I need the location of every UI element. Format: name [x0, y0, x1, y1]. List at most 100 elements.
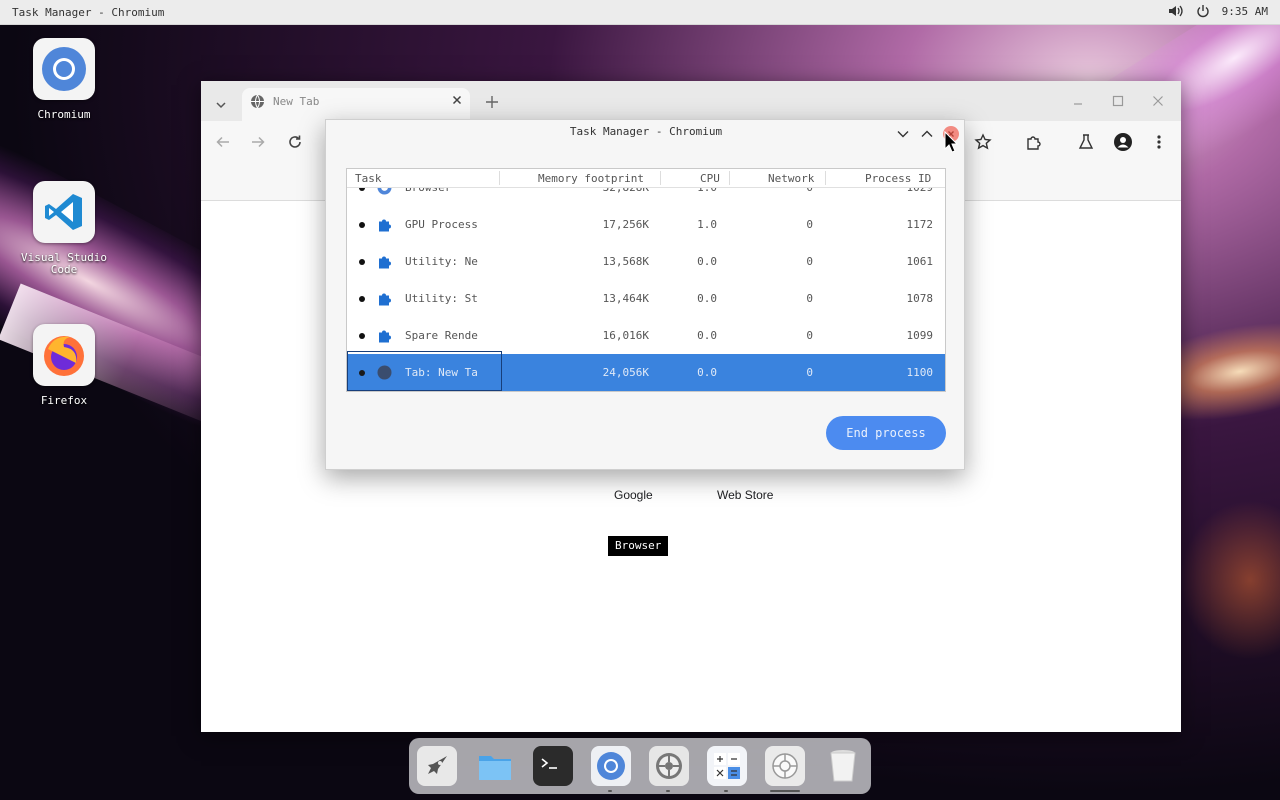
- shortcut-google[interactable]: Google: [614, 488, 653, 502]
- status-dot: [359, 259, 365, 265]
- forward-icon[interactable]: [248, 132, 268, 152]
- cell-task: GPU Process: [405, 218, 478, 231]
- desktop-icon-label: Chromium: [37, 108, 91, 121]
- column-header-memory[interactable]: Memory footprint: [538, 172, 644, 185]
- dialog-title: Task Manager - Chromium: [569, 125, 723, 138]
- status-dot: [359, 370, 365, 376]
- minimize-icon[interactable]: [1070, 93, 1086, 109]
- vscode-icon: [33, 181, 95, 243]
- running-indicator: [724, 790, 728, 792]
- cell-task: Tab: New Ta: [405, 366, 478, 379]
- maximize-icon[interactable]: [1110, 93, 1126, 109]
- table-row[interactable]: Utility: Ne 13,568K 0.0 0 1061: [347, 243, 945, 280]
- tab-search-chevron-icon[interactable]: [215, 95, 227, 114]
- tab-new-tab[interactable]: New Tab: [242, 88, 470, 121]
- puzzle-icon: [377, 254, 392, 269]
- running-indicator: [770, 790, 800, 792]
- cell-network: 0: [806, 329, 813, 342]
- system-settings-icon[interactable]: [765, 746, 805, 786]
- cell-memory: 13,568K: [602, 255, 649, 268]
- more-menu-icon[interactable]: [1149, 132, 1169, 152]
- bookmark-star-icon[interactable]: [973, 132, 993, 152]
- cell-task: Utility: St: [405, 292, 478, 305]
- column-header-network[interactable]: Network: [768, 172, 814, 185]
- top-bar: Task Manager - Chromium 9:35 AM: [0, 0, 1280, 25]
- tooltip: Browser: [608, 536, 669, 556]
- status-dot: [359, 333, 365, 339]
- desktop-icon-chromium[interactable]: Chromium: [14, 38, 114, 121]
- desktop-icon-vscode[interactable]: Visual Studio Code: [14, 181, 114, 276]
- close-window-icon[interactable]: [1150, 93, 1166, 109]
- cell-task: Utility: Ne: [405, 255, 478, 268]
- cell-cpu: 1.0: [697, 218, 717, 231]
- new-tab-plus-icon[interactable]: [485, 94, 499, 113]
- puzzle-icon: [377, 291, 392, 306]
- running-indicator: [666, 790, 670, 792]
- reload-icon[interactable]: [285, 132, 305, 152]
- cell-cpu: 0.0: [697, 329, 717, 342]
- column-divider[interactable]: [729, 171, 730, 185]
- labs-flask-icon[interactable]: [1076, 132, 1096, 152]
- back-icon[interactable]: [213, 132, 233, 152]
- chevron-up-icon[interactable]: [920, 126, 934, 140]
- table-row[interactable]: Spare Rende 16,016K 0.0 0 1099: [347, 317, 945, 354]
- cell-cpu: 0.0: [697, 255, 717, 268]
- clock: 9:35 AM: [1221, 4, 1268, 18]
- cell-process-id: 1099: [906, 329, 934, 342]
- tab-strip: New Tab: [201, 81, 1181, 121]
- launcher-icon[interactable]: [417, 746, 457, 786]
- chromium-icon[interactable]: [591, 746, 631, 786]
- cell-cpu: 0.0: [697, 366, 717, 379]
- globe-icon: [250, 94, 265, 112]
- puzzle-icon: [377, 217, 392, 232]
- desktop-icon-firefox[interactable]: Firefox: [14, 324, 114, 407]
- globe-icon: [377, 365, 392, 380]
- wallpaper-light-streak: [1180, 500, 1280, 660]
- extensions-puzzle-icon[interactable]: [1024, 132, 1044, 152]
- close-tab-icon[interactable]: [450, 93, 464, 107]
- cell-network: 0: [806, 292, 813, 305]
- firefox-icon: [33, 324, 95, 386]
- cell-process-id: 1172: [906, 218, 934, 231]
- cell-network: 0: [806, 366, 813, 379]
- cell-task: Spare Rende: [405, 329, 478, 342]
- shortcut-web-store[interactable]: Web Store: [717, 488, 773, 502]
- calculator-icon[interactable]: [707, 746, 747, 786]
- process-table[interactable]: Task Memory footprint CPU Network Proces…: [346, 168, 946, 392]
- terminal-icon[interactable]: [533, 746, 573, 786]
- files-icon[interactable]: [475, 746, 515, 786]
- table-header: Task Memory footprint CPU Network Proces…: [347, 169, 945, 188]
- trash-icon[interactable]: [823, 746, 863, 786]
- cell-process-id: 1100: [906, 366, 934, 379]
- cell-memory: 17,256K: [602, 218, 649, 231]
- cell-memory: 13,464K: [602, 292, 649, 305]
- power-icon[interactable]: [1196, 4, 1210, 18]
- desktop-icon-label: Firefox: [40, 394, 88, 407]
- dock: [409, 738, 871, 794]
- column-divider[interactable]: [660, 171, 661, 185]
- chevron-down-icon[interactable]: [896, 126, 910, 140]
- column-header-task[interactable]: Task: [355, 172, 382, 185]
- task-manager-dialog: Task Manager - Chromium Task Memory foot…: [325, 119, 965, 470]
- settings-gear-icon[interactable]: [649, 746, 689, 786]
- table-row-selected[interactable]: Tab: New Ta 24,056K 0.0 0 1100: [347, 351, 945, 391]
- column-header-cpu[interactable]: CPU: [700, 172, 720, 185]
- cell-memory: 24,056K: [602, 366, 649, 379]
- puzzle-icon: [377, 328, 392, 343]
- column-divider[interactable]: [825, 171, 826, 185]
- profile-avatar-icon[interactable]: [1113, 132, 1133, 152]
- end-process-button[interactable]: End process: [826, 416, 946, 450]
- table-row[interactable]: GPU Process 17,256K 1.0 0 1172: [347, 206, 945, 243]
- running-indicator: [608, 790, 612, 792]
- table-row[interactable]: Utility: St 13,464K 0.0 0 1078: [347, 280, 945, 317]
- active-window-title: Task Manager - Chromium: [12, 6, 165, 19]
- cell-memory: 16,016K: [602, 329, 649, 342]
- cell-cpu: 0.0: [697, 292, 717, 305]
- cell-network: 0: [806, 255, 813, 268]
- column-divider[interactable]: [499, 171, 500, 185]
- volume-icon[interactable]: [1168, 4, 1184, 18]
- column-header-process-id[interactable]: Process ID: [865, 172, 931, 185]
- cell-process-id: 1061: [906, 255, 934, 268]
- chromium-icon: [33, 38, 95, 100]
- mouse-cursor-icon: [944, 130, 959, 157]
